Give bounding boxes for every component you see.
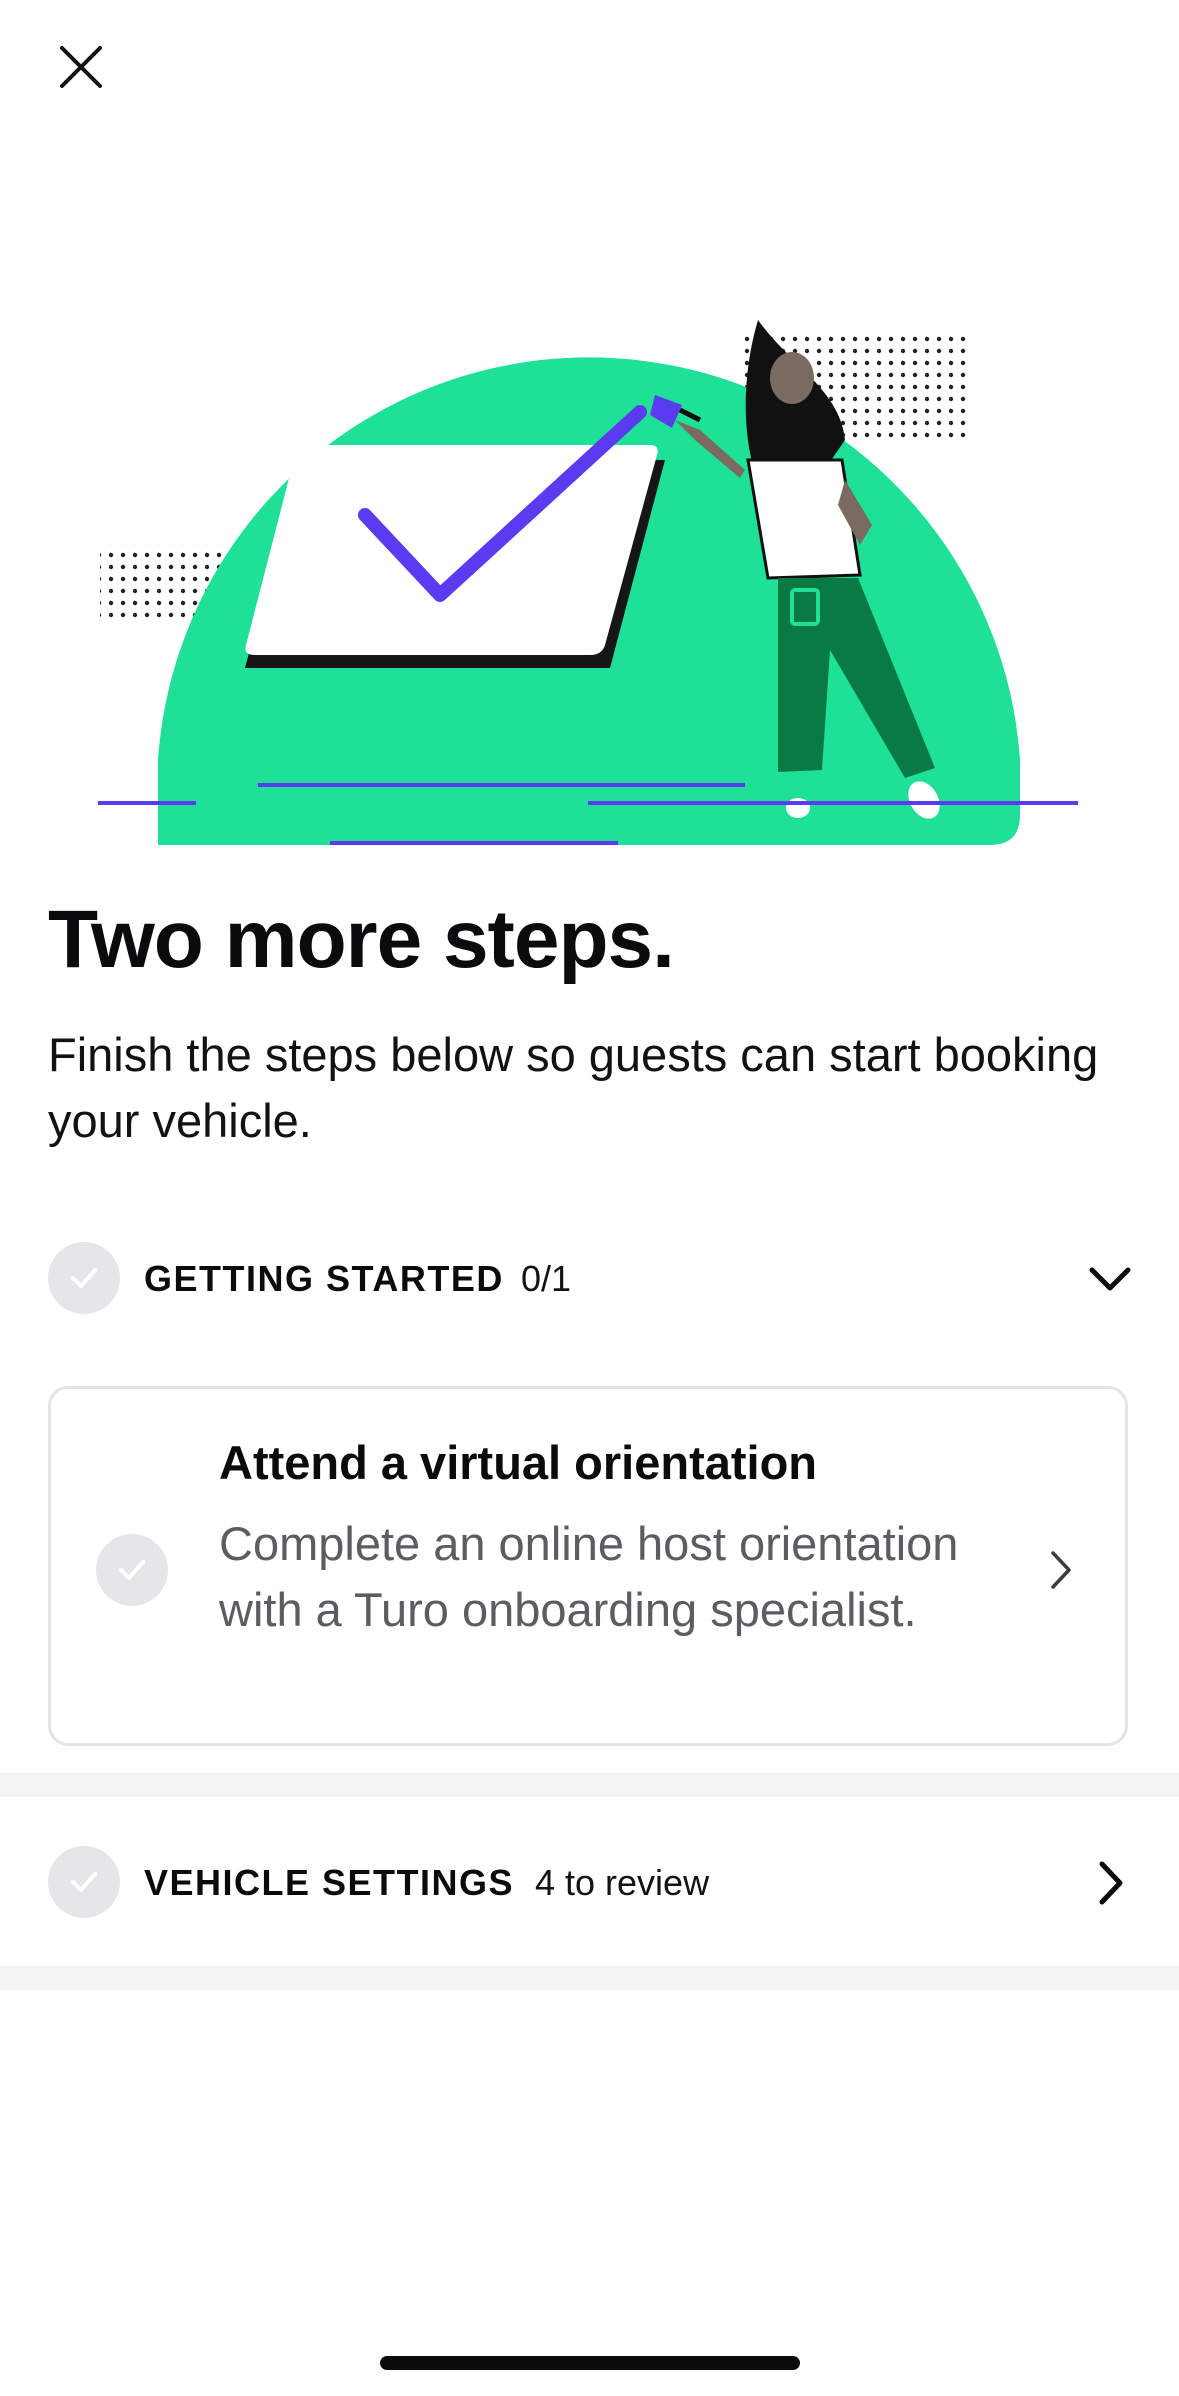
chevron-right-icon[interactable] <box>1096 1860 1126 1906</box>
hero-illustration <box>98 320 1078 845</box>
chevron-down-icon[interactable] <box>1088 1264 1132 1294</box>
page-title: Two more steps. <box>48 894 675 985</box>
check-circle-icon <box>96 1534 168 1606</box>
vehicle-settings-title: VEHICLE SETTINGS <box>144 1862 515 1903</box>
home-indicator <box>380 2356 800 2370</box>
getting-started-header[interactable]: GETTING STARTED 0/1 <box>0 1208 1179 1348</box>
orientation-card-title: Attend a virtual orientation <box>219 1436 817 1489</box>
close-button[interactable] <box>50 36 112 98</box>
close-icon <box>60 46 102 88</box>
check-circle-icon <box>48 1242 120 1314</box>
orientation-card-description: Complete an online host orientation with… <box>219 1517 959 1636</box>
vehicle-settings-row[interactable]: VEHICLE SETTINGS 4 to review <box>0 1812 1179 1952</box>
section-divider <box>0 1773 1179 1797</box>
check-card <box>245 445 658 655</box>
getting-started-title: GETTING STARTED <box>144 1258 504 1299</box>
chevron-right-icon <box>1051 1551 1071 1589</box>
page-subtitle: Finish the steps below so guests can sta… <box>48 1028 1099 1147</box>
orientation-card[interactable]: Attend a virtual orientation Complete an… <box>48 1386 1128 1746</box>
vehicle-settings-count: 4 to review <box>535 1862 710 1903</box>
section-divider <box>0 1966 1179 1990</box>
check-circle-icon <box>48 1846 120 1918</box>
getting-started-count: 0/1 <box>521 1258 572 1299</box>
